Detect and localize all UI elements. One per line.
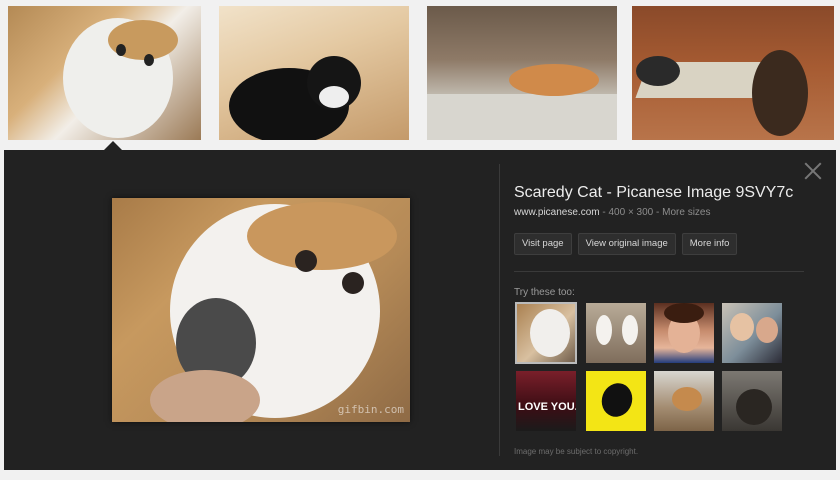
cartoon-cat-shape [597, 378, 637, 422]
action-buttons: Visit page View original image More info [514, 233, 814, 255]
cat-shape [672, 387, 702, 411]
kitten-muzzle [319, 86, 349, 108]
more-info-button[interactable]: More info [681, 233, 738, 255]
image-preview-panel: gifbin.com Scaredy Cat - Picanese Image … [4, 150, 836, 470]
kitten-eye [144, 54, 154, 66]
love-you-text: LOVE YOU. [518, 401, 576, 413]
hand [150, 370, 260, 422]
kitten-shape [530, 309, 570, 357]
view-original-image-button[interactable]: View original image [577, 233, 676, 255]
face [730, 313, 754, 341]
kitten-shape [596, 315, 612, 345]
result-thumbnail-cat-rug[interactable] [427, 6, 617, 140]
source-site-link[interactable]: www.picanese.com [514, 207, 600, 218]
image-meta: www.picanese.com - 400 × 300 - More size… [514, 207, 814, 218]
face [756, 317, 778, 343]
kitten-eye [342, 272, 364, 294]
try-these-label: Try these too: [514, 287, 575, 298]
close-icon[interactable] [804, 162, 822, 180]
kitten-ear-patch [247, 202, 397, 270]
related-image-boy-portrait[interactable] [654, 303, 714, 363]
dark-cat [636, 56, 680, 86]
panel-divider [499, 164, 500, 456]
section-divider [514, 271, 804, 272]
selected-pointer [104, 141, 122, 150]
related-image-cartoon-cat[interactable] [586, 371, 646, 431]
related-image-dark-cat[interactable] [722, 371, 782, 431]
image-results-row [0, 0, 840, 150]
hair [664, 303, 704, 323]
cat-shape [736, 389, 772, 425]
related-image-two-kittens[interactable] [586, 303, 646, 363]
kitten-shape [622, 315, 638, 345]
image-dimensions: - 400 × 300 - [599, 207, 663, 218]
related-image-love-you[interactable]: LOVE YOU. [516, 371, 576, 431]
rug [427, 94, 617, 140]
orange-cat [509, 64, 599, 96]
result-thumbnail-black-kitten[interactable] [219, 6, 409, 140]
visit-page-button[interactable]: Visit page [514, 233, 572, 255]
tabby-cat [752, 50, 808, 136]
preview-image[interactable]: gifbin.com [112, 198, 410, 422]
kitten-eye [116, 44, 126, 56]
related-image-couple-in-car[interactable] [722, 303, 782, 363]
more-sizes-link[interactable]: More sizes [662, 207, 710, 218]
kitten-eye [295, 250, 317, 272]
copyright-notice: Image may be subject to copyright. [514, 447, 639, 456]
watermark-text: gifbin.com [337, 403, 404, 416]
related-image-kitten-in-hand[interactable] [515, 302, 577, 364]
result-thumbnail-kitten[interactable] [8, 6, 201, 140]
related-image-cat-pouncing[interactable] [654, 371, 714, 431]
image-info: Scaredy Cat - Picanese Image 9SVY7c www.… [514, 184, 814, 255]
result-thumbnail-cats-floor[interactable] [632, 6, 834, 140]
image-title[interactable]: Scaredy Cat - Picanese Image 9SVY7c [514, 184, 814, 202]
